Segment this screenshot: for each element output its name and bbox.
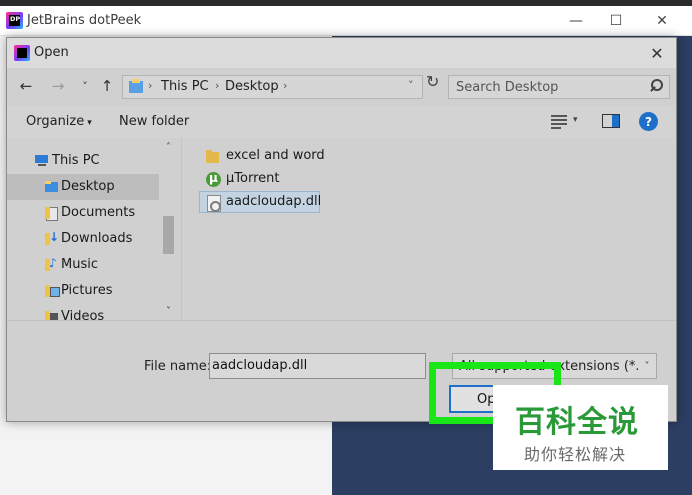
view-options-caret-icon[interactable]: ▾ — [573, 115, 578, 125]
search-placeholder: Search Desktop — [456, 80, 559, 95]
nav-item-desktop[interactable]: Desktop — [7, 174, 159, 200]
up-button[interactable]: ↑ — [97, 76, 117, 96]
search-box[interactable]: Search Desktop — [448, 75, 670, 99]
file-name: aadcloudap.dll — [226, 194, 322, 209]
nav-item-documents[interactable]: Documents — [7, 200, 159, 226]
command-toolbar: Organize ▾ New folder ▾ ? — [7, 106, 676, 138]
app-title: JetBrains dotPeek — [27, 13, 142, 28]
dll-file-icon — [206, 195, 221, 212]
preview-pane-icon[interactable] — [602, 114, 620, 128]
dotpeek-logo-text: DP — [10, 15, 21, 23]
organize-button[interactable]: Organize ▾ — [26, 114, 92, 129]
app-titlebar: DP JetBrains dotPeek — ☐ ✕ — [0, 6, 692, 36]
nav-item-pictures[interactable]: Pictures — [7, 278, 159, 304]
dialog-titlebar: Open ✕ — [7, 38, 676, 68]
file-item-aadcloudap-dll[interactable]: aadcloudap.dll — [199, 191, 322, 213]
file-item-excel-and-word[interactable]: excel and word — [200, 146, 340, 168]
breadcrumb-desktop[interactable]: Desktop — [225, 79, 279, 94]
documents-folder-icon — [45, 207, 58, 221]
close-button[interactable]: ✕ — [642, 6, 682, 36]
file-name-label: File name: — [144, 359, 212, 374]
organize-caret-icon: ▾ — [87, 118, 92, 128]
dialog-close-button[interactable]: ✕ — [646, 42, 668, 64]
computer-icon — [35, 155, 48, 167]
help-icon[interactable]: ? — [639, 112, 658, 131]
view-options-icon[interactable] — [551, 115, 567, 129]
downloads-folder-icon — [45, 230, 59, 245]
breadcrumb-separator: › — [148, 79, 153, 92]
new-folder-button[interactable]: New folder — [119, 114, 189, 129]
nav-item-label: Downloads — [61, 231, 133, 246]
organize-label: Organize — [26, 114, 85, 129]
watermark-subtitle: 助你轻松解决 — [524, 445, 627, 464]
recent-locations-button[interactable]: ˅ — [75, 76, 95, 96]
scroll-down-icon[interactable]: ˅ — [160, 304, 177, 318]
file-name: µTorrent — [226, 171, 280, 186]
videos-folder-icon — [45, 311, 58, 320]
desktop-folder-icon — [45, 181, 58, 193]
file-name-input[interactable]: aadcloudap.dll — [209, 353, 426, 379]
back-button[interactable]: ← — [16, 76, 36, 96]
nav-item-label: This PC — [52, 153, 100, 168]
nav-item-label: Videos — [61, 309, 105, 320]
file-name: excel and word — [226, 148, 325, 163]
maximize-button[interactable]: ☐ — [596, 6, 636, 36]
file-item-utorrent[interactable]: µTorrent — [200, 169, 310, 191]
pictures-folder-icon — [45, 285, 60, 297]
nav-item-videos[interactable]: Videos — [7, 304, 159, 320]
breadcrumb-separator: › — [283, 79, 288, 92]
nav-pane-scrollbar[interactable]: ˄ ˅ — [160, 138, 177, 320]
navigation-pane: This PC Desktop Documents Downloads Musi… — [7, 138, 179, 320]
address-row: ← → ˅ ↑ › This PC › Desktop › ˅ ↻ Search… — [7, 70, 676, 102]
address-dropdown-icon[interactable]: ˅ — [408, 79, 414, 92]
open-file-dialog: Open ✕ ← → ˅ ↑ › This PC › Desktop › ˅ ↻… — [6, 37, 677, 422]
watermark-title: 百科全说 — [515, 405, 639, 440]
scrollbar-thumb[interactable] — [163, 216, 174, 254]
music-folder-icon — [45, 256, 58, 271]
nav-item-label: Music — [61, 257, 98, 272]
breadcrumb-this-pc[interactable]: This PC — [161, 79, 209, 94]
file-list: excel and word µTorrent aadcloudap.dll — [181, 138, 673, 320]
nav-item-label: Pictures — [61, 283, 113, 298]
nav-item-label: Documents — [61, 205, 136, 220]
folder-icon — [129, 79, 143, 93]
dialog-app-icon — [14, 45, 30, 61]
address-bar[interactable]: › This PC › Desktop › ˅ — [122, 75, 423, 99]
minimize-button[interactable]: — — [556, 6, 596, 36]
nav-item-this-pc[interactable]: This PC — [7, 148, 159, 174]
watermark: 百科全说 助你轻松解决 — [493, 385, 668, 470]
scroll-up-icon[interactable]: ˄ — [160, 140, 177, 154]
nav-item-music[interactable]: Music — [7, 252, 159, 278]
forward-button[interactable]: → — [48, 76, 68, 96]
refresh-icon[interactable]: ↻ — [426, 72, 439, 91]
dotpeek-logo-icon: DP — [6, 12, 23, 29]
nav-item-label: Desktop — [61, 179, 115, 194]
utorrent-icon — [206, 171, 221, 187]
folder-icon — [206, 149, 221, 164]
breadcrumb-separator: › — [215, 79, 220, 92]
dialog-title: Open — [34, 45, 69, 60]
search-icon[interactable] — [649, 79, 663, 93]
chevron-down-icon: ˅ — [638, 354, 656, 378]
nav-item-downloads[interactable]: Downloads — [7, 226, 159, 252]
